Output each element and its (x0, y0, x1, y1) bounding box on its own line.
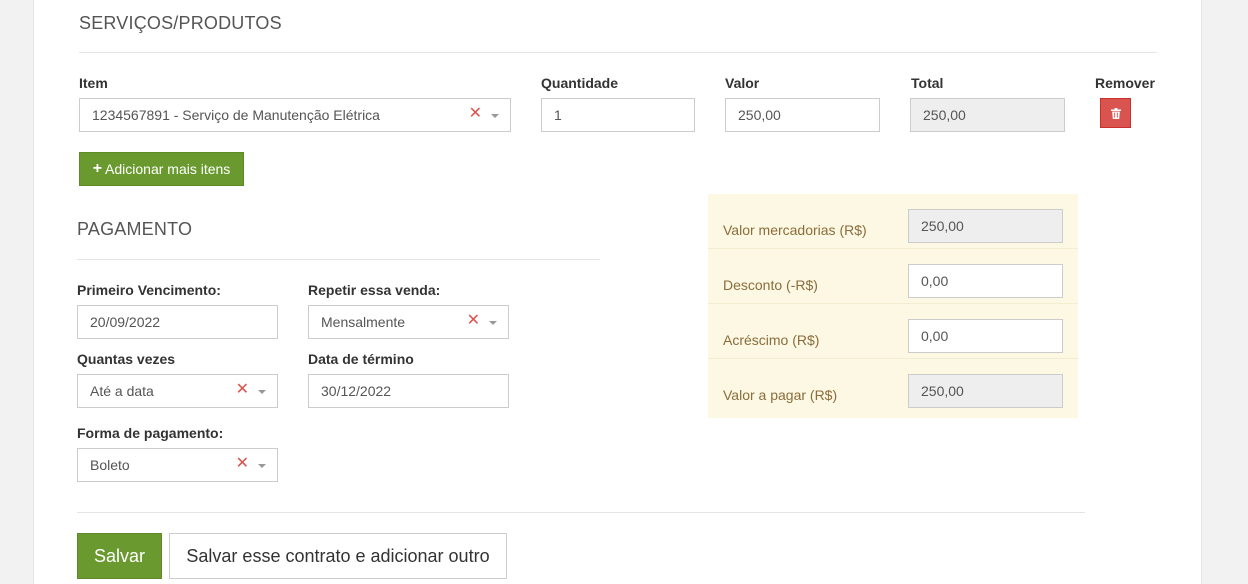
discount-input[interactable]: 0,00 (908, 264, 1063, 298)
chevron-down-icon (491, 114, 499, 118)
addition-value: 0,00 (921, 328, 949, 344)
addition-input[interactable]: 0,00 (908, 319, 1063, 353)
first-due-input[interactable]: 20/09/2022 (77, 305, 278, 339)
item-select[interactable]: 1234567891 - Serviço de Manutenção Elétr… (79, 98, 511, 132)
times-value: Até a data (90, 383, 154, 399)
times-select[interactable]: Até a data ✕ (77, 374, 278, 408)
clear-icon[interactable]: ✕ (467, 313, 480, 329)
addition-label: Acréscimo (R$) (723, 332, 820, 348)
first-due-value: 20/09/2022 (90, 314, 161, 330)
end-date-value: 30/12/2022 (321, 383, 392, 399)
value-column-label: Valor (725, 75, 760, 91)
services-divider (79, 52, 1157, 53)
repeat-sale-label: Repetir essa venda: (308, 282, 441, 298)
amount-due-label: Valor a pagar (R$) (723, 387, 838, 403)
plus-icon: + (92, 160, 103, 177)
first-due-label: Primeiro Vencimento: (77, 282, 221, 298)
clear-icon[interactable]: ✕ (469, 106, 482, 122)
payment-summary: Valor mercadorias (R$) 250,00 Desconto (… (708, 194, 1078, 418)
item-column-label: Item (79, 75, 108, 91)
total-field: 250,00 (910, 98, 1065, 132)
chevron-down-icon (258, 464, 266, 468)
chevron-down-icon (489, 321, 497, 325)
amount-due-field: 250,00 (908, 374, 1063, 408)
chevron-down-icon (258, 390, 266, 394)
payment-divider (77, 259, 600, 260)
payment-method-select[interactable]: Boleto ✕ (77, 448, 278, 482)
amount-due-value: 250,00 (921, 383, 964, 399)
goods-value: 250,00 (921, 218, 964, 234)
footer-divider (77, 512, 1085, 513)
item-select-value: 1234567891 - Serviço de Manutenção Elétr… (92, 107, 380, 123)
times-label: Quantas vezes (77, 351, 176, 367)
goods-value-field: 250,00 (908, 209, 1063, 243)
summary-row-total: Valor a pagar (R$) 250,00 (708, 359, 1078, 414)
total-value: 250,00 (923, 107, 966, 123)
summary-row-discount: Desconto (-R$) 0,00 (708, 249, 1078, 304)
end-date-label: Data de término (308, 351, 414, 367)
add-more-items-button[interactable]: + Adicionar mais itens (79, 152, 244, 186)
remove-column-label: Remover (1095, 75, 1155, 91)
value-input[interactable]: 250,00 (725, 98, 880, 132)
total-column-label: Total (911, 75, 944, 91)
save-button[interactable]: Salvar (77, 533, 162, 579)
add-more-items-label: Adicionar mais itens (105, 161, 231, 177)
payment-section-title: PAGAMENTO (77, 219, 193, 239)
services-section-title: SERVIÇOS/PRODUTOS (79, 13, 282, 33)
goods-value-label: Valor mercadorias (R$) (723, 222, 867, 238)
repeat-sale-value: Mensalmente (321, 314, 406, 330)
payment-method-label: Forma de pagamento: (77, 425, 224, 441)
payment-method-value: Boleto (90, 457, 130, 473)
summary-row-addition: Acréscimo (R$) 0,00 (708, 304, 1078, 359)
remove-item-button[interactable] (1100, 98, 1131, 128)
quantity-column-label: Quantidade (541, 75, 619, 91)
quantity-input[interactable]: 1 (541, 98, 695, 132)
quantity-value: 1 (554, 107, 562, 123)
summary-row-goods: Valor mercadorias (R$) 250,00 (708, 194, 1078, 249)
clear-icon[interactable]: ✕ (236, 382, 249, 398)
trash-icon (1110, 107, 1121, 119)
discount-label: Desconto (-R$) (723, 277, 818, 293)
value-value: 250,00 (738, 107, 781, 123)
repeat-sale-select[interactable]: Mensalmente ✕ (308, 305, 509, 339)
discount-value: 0,00 (921, 273, 949, 289)
save-and-add-another-button[interactable]: Salvar esse contrato e adicionar outro (169, 533, 507, 579)
end-date-input[interactable]: 30/12/2022 (308, 374, 509, 408)
clear-icon[interactable]: ✕ (236, 456, 249, 472)
